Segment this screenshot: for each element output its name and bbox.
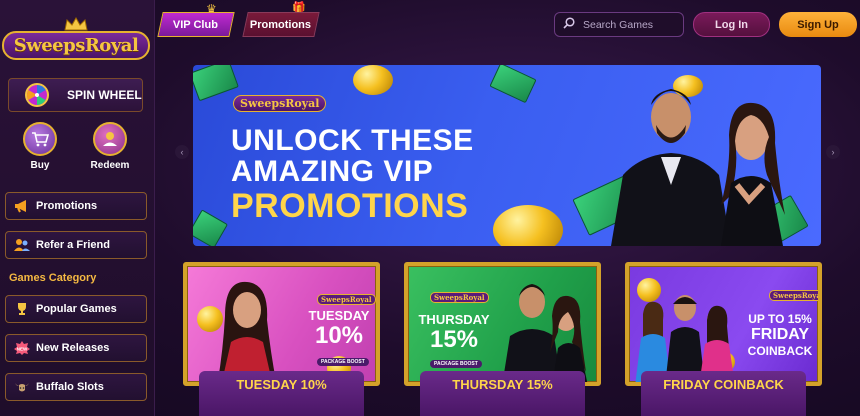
- search-icon: [563, 17, 575, 32]
- card-logo: SweepsRoyal: [317, 294, 376, 305]
- promo-card-thursday[interactable]: SweepsRoyal THURSDAY 15% PACKAGE BOOST T…: [404, 262, 601, 416]
- tab-vip-club[interactable]: VIP Club: [157, 12, 235, 37]
- money-image: [193, 65, 239, 102]
- hero-banner[interactable]: SweepsRoyal UNLOCK THESE AMAZING VIP PRO…: [193, 65, 821, 246]
- promo-card-image: SweepsRoyal THURSDAY 15% PACKAGE BOOST: [404, 262, 601, 386]
- sidebar-item-label: Promotions: [36, 200, 98, 212]
- promo-card-tuesday[interactable]: SweepsRoyal TUESDAY 10% PACKAGE BOOST TU…: [183, 262, 380, 416]
- banner-title: UNLOCK THESE AMAZING VIP: [231, 125, 474, 187]
- couple-image: [502, 284, 588, 382]
- promo-card-image: SweepsRoyal UP TO 15% FRIDAY COINBACK: [625, 262, 822, 386]
- crown-icon: [63, 16, 89, 31]
- buffalo-icon: [14, 379, 30, 395]
- sidebar-item-new[interactable]: NEW New Releases: [5, 334, 147, 362]
- redeem-label: Redeem: [90, 160, 130, 171]
- promo-card-image: SweepsRoyal TUESDAY 10% PACKAGE BOOST: [183, 262, 380, 386]
- redeem-button[interactable]: Redeem: [80, 122, 140, 171]
- buy-button[interactable]: Buy: [10, 122, 70, 171]
- banner-title-line2: AMAZING VIP: [231, 155, 434, 188]
- promo-card-title: THURSDAY 15%: [420, 371, 585, 416]
- buy-label: Buy: [30, 160, 50, 171]
- new-badge-icon: NEW: [14, 340, 30, 356]
- card-logo: SweepsRoyal: [430, 292, 489, 303]
- money-image: [193, 209, 228, 246]
- card-headline: UP TO 15%: [748, 312, 812, 326]
- site-logo[interactable]: SweepsRoyal: [1, 10, 151, 66]
- games-category-title: Games Category: [9, 272, 97, 284]
- card-value: 15%: [429, 326, 479, 353]
- svg-text:NEW: NEW: [17, 347, 28, 352]
- spin-wheel-button[interactable]: SPIN WHEEL: [8, 78, 143, 112]
- card-value: 10%: [314, 322, 364, 349]
- sidebar: SweepsRoyal SPIN WHEEL Buy Redeem Promot…: [0, 0, 155, 416]
- woman-image: [217, 281, 277, 382]
- banner-title-highlight: PROMOTIONS: [231, 187, 469, 225]
- coin-image: [353, 65, 393, 95]
- signup-button[interactable]: Sign Up: [779, 12, 857, 37]
- carousel-prev-button[interactable]: ‹: [175, 145, 189, 159]
- sidebar-item-label: Popular Games: [36, 303, 117, 315]
- redeem-icon: [93, 122, 127, 156]
- money-image: [489, 65, 537, 104]
- search-box[interactable]: [554, 12, 684, 37]
- tab-promotions[interactable]: Promotions: [242, 12, 320, 37]
- spin-wheel-label: SPIN WHEEL: [67, 88, 142, 102]
- sidebar-item-refer[interactable]: Refer a Friend: [5, 231, 147, 259]
- banner-title-line1: UNLOCK THESE: [231, 124, 474, 157]
- carousel-next-button[interactable]: ›: [826, 145, 840, 159]
- cart-icon: [23, 122, 57, 156]
- card-sub: COINBACK: [747, 344, 813, 358]
- promo-card-friday[interactable]: SweepsRoyal UP TO 15% FRIDAY COINBACK FR…: [625, 262, 822, 416]
- sidebar-item-buffalo[interactable]: Buffalo Slots: [5, 373, 147, 401]
- card-value: FRIDAY: [750, 326, 810, 343]
- tab-label: Promotions: [250, 18, 312, 31]
- users-icon: [14, 237, 30, 253]
- card-pill: PACKAGE BOOST: [317, 358, 369, 366]
- card-headline: THURSDAY: [418, 312, 490, 327]
- megaphone-icon: [14, 198, 30, 214]
- trophy-icon: [14, 301, 30, 317]
- login-button[interactable]: Log In: [693, 12, 770, 37]
- wheel-icon: [15, 81, 59, 109]
- promo-card-title: FRIDAY COINBACK: [641, 371, 806, 416]
- banner-logo: SweepsRoyal: [233, 95, 327, 112]
- tab-label: VIP Club: [173, 18, 219, 31]
- sidebar-item-promotions[interactable]: Promotions: [5, 192, 147, 220]
- sidebar-item-popular[interactable]: Popular Games: [5, 295, 147, 323]
- sidebar-item-label: Refer a Friend: [36, 239, 110, 251]
- card-logo: SweepsRoyal: [769, 290, 818, 301]
- search-input[interactable]: [583, 18, 683, 31]
- promo-card-title: TUESDAY 10%: [199, 371, 364, 416]
- couple-image: [611, 89, 785, 246]
- sidebar-item-label: New Releases: [36, 342, 110, 354]
- coin-image: [493, 205, 563, 246]
- logo-text: SweepsRoyal: [1, 30, 151, 60]
- sidebar-item-label: Buffalo Slots: [36, 381, 104, 393]
- card-pill: PACKAGE BOOST: [430, 360, 482, 368]
- card-headline: TUESDAY: [308, 308, 370, 323]
